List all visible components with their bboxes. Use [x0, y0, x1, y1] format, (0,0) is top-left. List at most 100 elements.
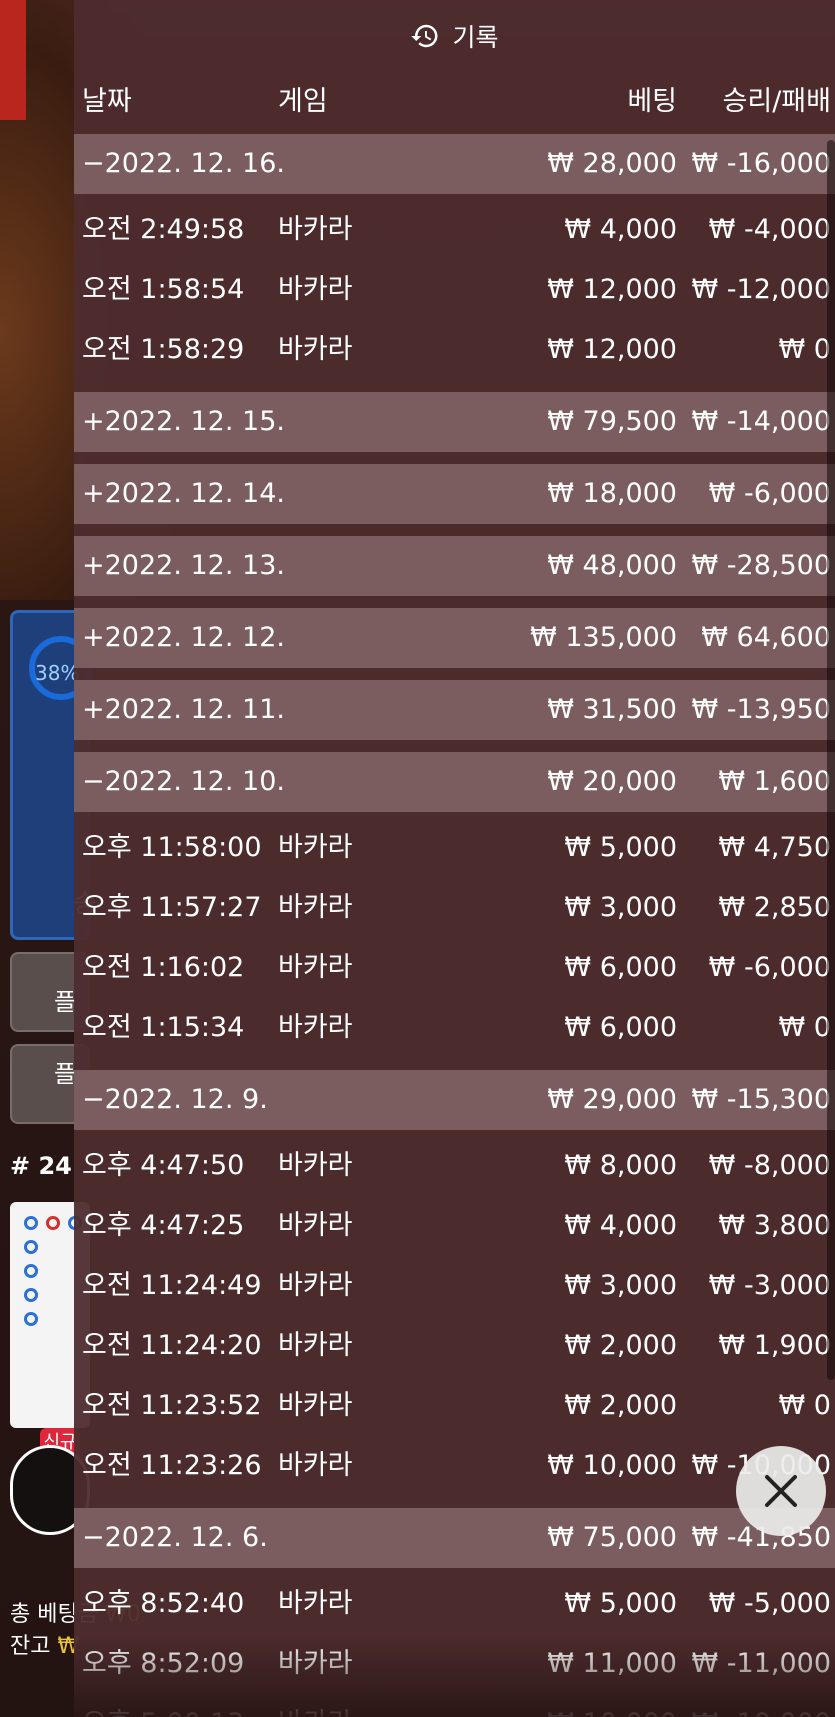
bet-amount: ₩ 10,000: [547, 1450, 677, 1481]
bet-win-loss: ₩ 0: [778, 334, 831, 365]
date-win-loss-total: ₩ -13,950: [691, 694, 832, 725]
bet-row[interactable]: 오전 11:24:49 바카라 ₩ 3,000 ₩ -3,000: [74, 1256, 835, 1316]
bet-game: 바카라: [278, 1450, 353, 1481]
bet-row[interactable]: 오전 1:58:29 바카라 ₩ 12,000 ₩ 0: [74, 320, 835, 380]
bet-win-loss: ₩ 4,750: [718, 832, 831, 863]
bet-time: 오후 8:52:40: [82, 1588, 245, 1619]
bet-time: 오전 11:24:20: [82, 1330, 262, 1361]
balance: 잔고 ₩: [10, 1628, 79, 1660]
roadmap-dot: [24, 1264, 38, 1278]
bet-time: 오후 4:47:50: [82, 1150, 245, 1181]
date-label: +2022. 12. 15.: [82, 406, 285, 437]
date-group-row[interactable]: −2022. 12. 10. ₩ 20,000 ₩ 1,600: [74, 752, 835, 812]
bet-game: 바카라: [278, 1390, 353, 1421]
history-panel: 기록 날짜 게임 베팅 승리/패배 −2022. 12. 16. ₩ 28,000…: [74, 0, 835, 1717]
date-group-row[interactable]: +2022. 12. 11. ₩ 31,500 ₩ -13,950: [74, 680, 835, 740]
date-label: −2022. 12. 6.: [82, 1522, 268, 1553]
date-bet-total: ₩ 28,000: [547, 148, 677, 179]
header-date: 날짜: [82, 86, 132, 117]
date-label: −2022. 12. 16.: [82, 148, 285, 179]
bet-win-loss: ₩ 0: [778, 1390, 831, 1421]
bet-row[interactable]: 오전 11:23:52 바카라 ₩ 2,000 ₩ 0: [74, 1376, 835, 1436]
bet-time: 오전 11:24:49: [82, 1270, 262, 1301]
bet-win-loss: ₩ -8,000: [708, 1150, 831, 1181]
date-group-row[interactable]: +2022. 12. 14. ₩ 18,000 ₩ -6,000: [74, 464, 835, 524]
bet-amount: ₩ 12,000: [547, 274, 677, 305]
column-headers: 날짜 게임 베팅 승리/패배: [74, 72, 835, 134]
bet-game: 바카라: [278, 832, 353, 863]
bet-game: 바카라: [278, 1270, 353, 1301]
date-win-loss-total: ₩ 64,600: [701, 622, 831, 653]
date-group-row[interactable]: +2022. 12. 12. ₩ 135,000 ₩ 64,600: [74, 608, 835, 668]
date-label: −2022. 12. 9.: [82, 1084, 268, 1115]
bet-win-loss: ₩ -3,000: [708, 1270, 831, 1301]
bet-time: 오후 11:57:27: [82, 892, 262, 923]
player-pair-label: 플: [54, 1060, 77, 1088]
bet-amount: ₩ 12,000: [547, 334, 677, 365]
bet-win-loss: ₩ 0: [778, 1012, 831, 1043]
history-icon: [411, 24, 438, 48]
bet-time: 오전 1:58:54: [82, 274, 245, 305]
bet-row[interactable]: 오전 1:16:02 바카라 ₩ 6,000 ₩ -6,000: [74, 938, 835, 998]
history-header: 기록: [74, 0, 835, 72]
close-button[interactable]: [736, 1446, 826, 1536]
bet-time: 오전 11:23:26: [82, 1450, 262, 1481]
bet-time: 오전 2:49:58: [82, 214, 245, 245]
date-label: +2022. 12. 13.: [82, 550, 285, 581]
date-label: +2022. 12. 14.: [82, 478, 285, 509]
date-win-loss-total: ₩ 1,600: [718, 766, 831, 797]
bet-game: 바카라: [278, 1210, 353, 1241]
date-win-loss-total: ₩ -28,500: [691, 550, 832, 581]
bet-row[interactable]: 오후 4:47:50 바카라 ₩ 8,000 ₩ -8,000: [74, 1136, 835, 1196]
balance-label: 잔고: [10, 1634, 51, 1659]
scrollbar[interactable]: [827, 140, 835, 1380]
date-win-loss-total: ₩ -15,300: [691, 1084, 832, 1115]
date-group-row[interactable]: −2022. 12. 16. ₩ 28,000 ₩ -16,000: [74, 134, 835, 194]
timer-percent: 38%: [35, 661, 80, 685]
player-bet-label: 플: [54, 988, 77, 1016]
date-group-row[interactable]: +2022. 12. 15. ₩ 79,500 ₩ -14,000: [74, 392, 835, 452]
date-group-row[interactable]: −2022. 12. 6. ₩ 75,000 ₩ -41,850: [74, 1508, 835, 1568]
bet-row[interactable]: 오전 11:24:20 바카라 ₩ 2,000 ₩ 1,900: [74, 1316, 835, 1376]
bet-row[interactable]: 오전 1:58:54 바카라 ₩ 12,000 ₩ -12,000: [74, 260, 835, 320]
date-bet-total: ₩ 18,000: [547, 478, 677, 509]
bet-amount: ₩ 5,000: [564, 832, 677, 863]
bet-time: 오후 4:47:25: [82, 1210, 245, 1241]
bet-row[interactable]: 오후 11:58:00 바카라 ₩ 5,000 ₩ 4,750: [74, 818, 835, 878]
bet-row[interactable]: 오전 2:49:58 바카라 ₩ 4,000 ₩ -4,000: [74, 200, 835, 260]
date-bet-total: ₩ 75,000: [547, 1522, 677, 1553]
bet-time: 오전 1:15:34: [82, 1012, 245, 1043]
bet-amount: ₩ 3,000: [564, 892, 677, 923]
bet-row[interactable]: 오후 4:47:25 바카라 ₩ 4,000 ₩ 3,800: [74, 1196, 835, 1256]
bet-time: 오전 11:23:52: [82, 1390, 262, 1421]
bet-time: 오후 11:58:00: [82, 832, 262, 863]
date-group-row[interactable]: −2022. 12. 9. ₩ 29,000 ₩ -15,300: [74, 1070, 835, 1130]
header-bet: 베팅: [627, 86, 677, 117]
roadmap-dot: [46, 1216, 60, 1230]
date-win-loss-total: ₩ -6,000: [708, 478, 831, 509]
roadmap-dot: [24, 1288, 38, 1302]
round-number: # 24: [10, 1152, 72, 1180]
close-icon: [765, 1475, 797, 1507]
date-bet-total: ₩ 135,000: [530, 622, 677, 653]
bet-win-loss: ₩ -6,000: [708, 952, 831, 983]
bet-amount: ₩ 4,000: [564, 1210, 677, 1241]
date-bet-total: ₩ 20,000: [547, 766, 677, 797]
table-edge: [0, 0, 26, 120]
bet-game: 바카라: [278, 1150, 353, 1181]
roadmap-dot: [24, 1312, 38, 1326]
bet-row[interactable]: 오후 8:52:40 바카라 ₩ 5,000 ₩ -5,000: [74, 1574, 835, 1634]
bet-row[interactable]: 오후 11:57:27 바카라 ₩ 3,000 ₩ 2,850: [74, 878, 835, 938]
date-bet-total: ₩ 79,500: [547, 406, 677, 437]
date-label: +2022. 12. 11.: [82, 694, 285, 725]
history-list[interactable]: −2022. 12. 16. ₩ 28,000 ₩ -16,000 오전 2:49:5…: [74, 134, 835, 1717]
bet-amount: ₩ 5,000: [564, 1588, 677, 1619]
bet-game: 바카라: [278, 1588, 353, 1619]
date-bet-total: ₩ 31,500: [547, 694, 677, 725]
bet-win-loss: ₩ 2,850: [718, 892, 831, 923]
bet-win-loss: ₩ -4,000: [708, 214, 831, 245]
bet-time: 오전 1:58:29: [82, 334, 245, 365]
date-group-row[interactable]: +2022. 12. 13. ₩ 48,000 ₩ -28,500: [74, 536, 835, 596]
bet-row[interactable]: 오전 1:15:34 바카라 ₩ 6,000 ₩ 0: [74, 998, 835, 1058]
bet-row[interactable]: 오전 11:23:26바카라₩ 10,000₩ -10,000: [74, 1436, 835, 1496]
